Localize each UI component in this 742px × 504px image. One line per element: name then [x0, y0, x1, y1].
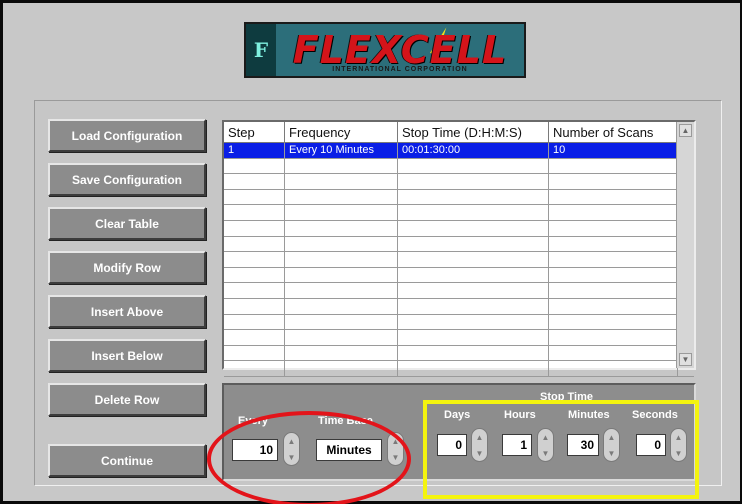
- table-row-empty[interactable]: [224, 314, 694, 331]
- insert-below-button[interactable]: Insert Below: [48, 339, 206, 372]
- table-cell-empty: [285, 345, 398, 361]
- column-header-frequency[interactable]: Frequency: [285, 122, 398, 142]
- table-cell-empty: [285, 361, 398, 376]
- table-row-empty[interactable]: [224, 158, 694, 175]
- table-cell-empty: [549, 345, 678, 361]
- table-cell-empty: [549, 174, 678, 189]
- column-header-stop-time[interactable]: Stop Time (D:H:M:S): [398, 122, 549, 142]
- table-cell-empty: [224, 298, 285, 314]
- table-cell-empty: [285, 220, 398, 236]
- table-cell-empty: [224, 330, 285, 345]
- table-row-empty[interactable]: [224, 283, 694, 299]
- table-cell-empty: [285, 205, 398, 220]
- table-cell-empty: [549, 298, 678, 314]
- table-row-empty[interactable]: [224, 252, 694, 268]
- cell-stop-time: 00:01:30:00: [398, 143, 549, 158]
- cell-step: 1: [224, 143, 285, 158]
- table-cell-empty: [398, 252, 549, 267]
- table-cell-empty: [224, 314, 285, 330]
- table-cell-empty: [224, 236, 285, 252]
- table-cell-empty: [285, 314, 398, 330]
- table-header: Step Frequency Stop Time (D:H:M:S) Numbe…: [224, 122, 694, 143]
- table-cell-empty: [549, 361, 678, 376]
- table-cell-empty: [398, 298, 549, 314]
- table-cell-empty: [398, 174, 549, 189]
- table-cell-empty: [285, 252, 398, 267]
- table-cell-empty: [285, 174, 398, 189]
- logo-wordmark: FLEXCELL INTERNATIONAL CORPORATION: [276, 24, 524, 76]
- table-cell-empty: [398, 158, 549, 174]
- yellow-highlight-box: [423, 400, 699, 499]
- table-row-empty[interactable]: [224, 345, 694, 362]
- table-cell-empty: [549, 236, 678, 252]
- table-cell-empty: [398, 189, 549, 205]
- table-cell-empty: [398, 314, 549, 330]
- scroll-down-icon[interactable]: ▼: [679, 353, 692, 366]
- table-cell-empty: [398, 330, 549, 345]
- cell-scans: 10: [549, 143, 678, 158]
- save-configuration-button[interactable]: Save Configuration: [48, 163, 206, 196]
- table-cell-empty: [285, 330, 398, 345]
- modify-row-button[interactable]: Modify Row: [48, 251, 206, 284]
- insert-above-button[interactable]: Insert Above: [48, 295, 206, 328]
- table-cell-empty: [224, 267, 285, 283]
- table-cell-empty: [549, 330, 678, 345]
- table-cell-empty: [549, 283, 678, 298]
- column-header-scans[interactable]: Number of Scans: [549, 122, 678, 142]
- table-cell-empty: [549, 205, 678, 220]
- table-cell-empty: [285, 267, 398, 283]
- table-cell-empty: [285, 189, 398, 205]
- delete-row-button[interactable]: Delete Row: [48, 383, 206, 416]
- table-cell-empty: [549, 267, 678, 283]
- table-cell-empty: [549, 189, 678, 205]
- table-cell-empty: [285, 158, 398, 174]
- table-row-empty[interactable]: [224, 361, 694, 377]
- table-cell-empty: [398, 345, 549, 361]
- table-row-empty[interactable]: [224, 330, 694, 346]
- logo-tagline: INTERNATIONAL CORPORATION: [332, 66, 468, 73]
- table-row-empty[interactable]: [224, 189, 694, 206]
- red-highlight-ellipse: [207, 411, 411, 504]
- table-cell-empty: [398, 236, 549, 252]
- table-row-empty[interactable]: [224, 267, 694, 284]
- table-cell-empty: [549, 158, 678, 174]
- table-cell-empty: [398, 283, 549, 298]
- table-cell-empty: [549, 314, 678, 330]
- table-cell-empty: [224, 283, 285, 298]
- table-cell-empty: [224, 361, 285, 376]
- table-cell-empty: [224, 252, 285, 267]
- table-cell-empty: [285, 236, 398, 252]
- table-cell-empty: [549, 252, 678, 267]
- table-row-empty[interactable]: [224, 236, 694, 253]
- column-header-step[interactable]: Step: [224, 122, 285, 142]
- table-row-empty[interactable]: [224, 205, 694, 221]
- table-cell-empty: [285, 283, 398, 298]
- table-row-empty[interactable]: [224, 174, 694, 190]
- table-row[interactable]: 1 Every 10 Minutes 00:01:30:00 10: [224, 143, 694, 159]
- continue-button[interactable]: Continue: [48, 444, 206, 477]
- table-row-empty[interactable]: [224, 298, 694, 315]
- table-cell-empty: [224, 189, 285, 205]
- table-cell-empty: [398, 220, 549, 236]
- table-scrollbar[interactable]: ▲ ▼: [676, 122, 694, 368]
- table-cell-empty: [398, 205, 549, 220]
- table-cell-empty: [224, 345, 285, 361]
- scroll-up-icon[interactable]: ▲: [679, 124, 692, 137]
- cell-frequency: Every 10 Minutes: [285, 143, 398, 158]
- table-cell-empty: [224, 174, 285, 189]
- table-cell-empty: [398, 361, 549, 376]
- logo-badge: F: [246, 24, 276, 76]
- load-configuration-button[interactable]: Load Configuration: [48, 119, 206, 152]
- clear-table-button[interactable]: Clear Table: [48, 207, 206, 240]
- table-cell-empty: [224, 220, 285, 236]
- table-cell-empty: [549, 220, 678, 236]
- table-cell-empty: [224, 205, 285, 220]
- table-cell-empty: [285, 298, 398, 314]
- table-row-empty[interactable]: [224, 220, 694, 237]
- table-cell-empty: [398, 267, 549, 283]
- table-cell-empty: [224, 158, 285, 174]
- configuration-table[interactable]: Step Frequency Stop Time (D:H:M:S) Numbe…: [222, 120, 696, 377]
- flexcell-logo: F FLEXCELL INTERNATIONAL CORPORATION: [244, 22, 526, 78]
